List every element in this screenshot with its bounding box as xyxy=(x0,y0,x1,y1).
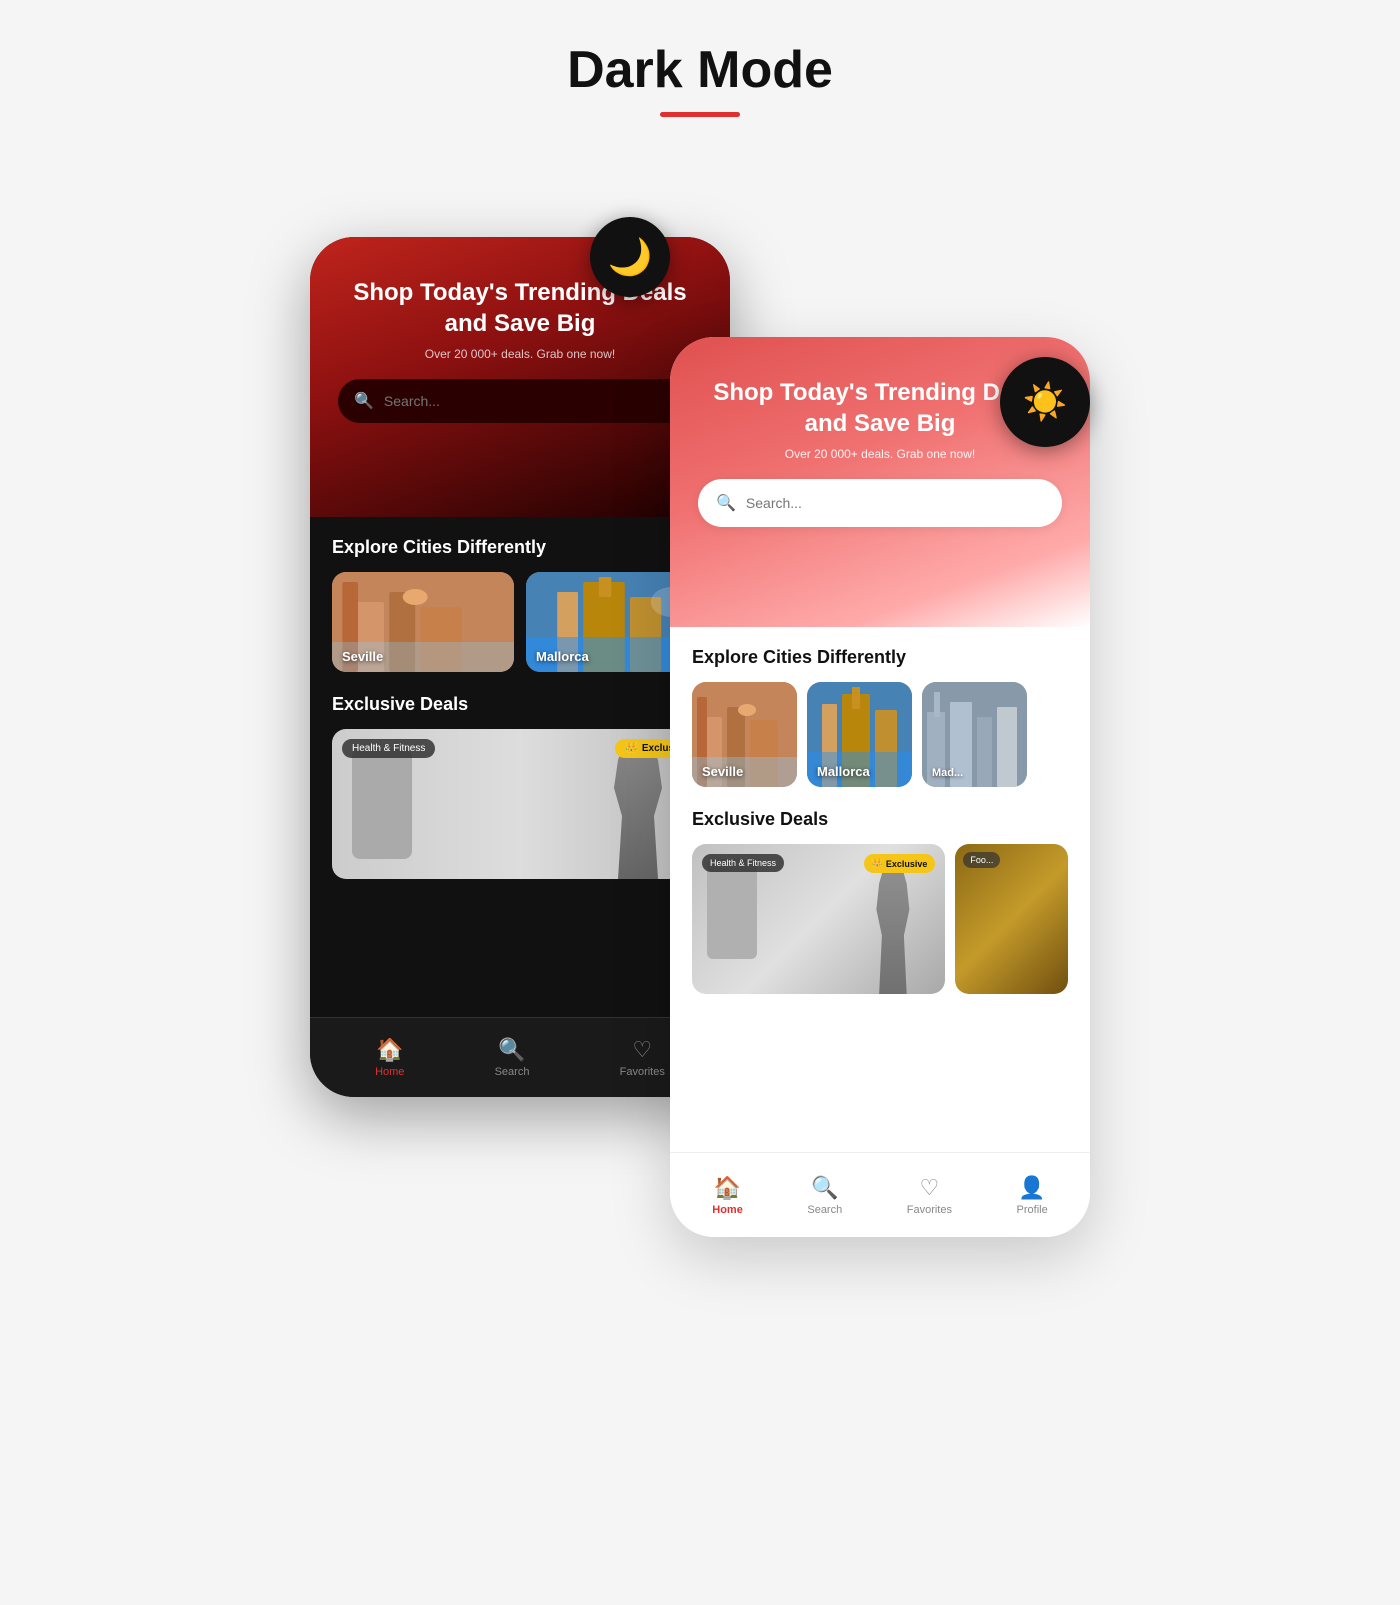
exclusive-label-light: Exclusive xyxy=(886,859,928,869)
dark-cities-title: Explore Cities Differently xyxy=(332,537,708,558)
nav-profile-label-light: Profile xyxy=(1017,1204,1048,1216)
health-badge-light: Health & Fitness xyxy=(702,854,784,872)
crown-icon: 👑 xyxy=(625,743,637,754)
dark-phone-body: Explore Cities Differently Seville xyxy=(310,517,730,1017)
nav-home-light[interactable]: 🏠 Home xyxy=(712,1175,743,1216)
city-label-mallorca-light: Mallorca xyxy=(817,764,870,779)
light-phone: Shop Today's Trending Deals and Save Big… xyxy=(670,337,1090,1237)
nav-home-dark[interactable]: 🏠 Home xyxy=(375,1037,404,1078)
dark-search-bar[interactable]: 🔍 xyxy=(338,379,702,423)
page-title: Dark Mode xyxy=(567,40,833,100)
dark-deal-card[interactable]: Health & Fitness 👑 Exclusive xyxy=(332,729,708,879)
light-phone-body: Explore Cities Differently Seville xyxy=(670,627,1090,1147)
gym-machine-light xyxy=(707,859,757,959)
nav-favorites-light[interactable]: ♡ Favorites xyxy=(907,1175,952,1216)
sun-badge: ☀️ xyxy=(1000,357,1090,447)
light-search-bar[interactable]: 🔍 xyxy=(698,479,1062,527)
light-hero-sub: Over 20 000+ deals. Grab one now! xyxy=(698,447,1062,461)
dark-search-input[interactable] xyxy=(384,393,686,409)
health-badge-dark: Health & Fitness xyxy=(342,739,435,758)
light-cities-row: Seville Mallorca xyxy=(692,682,1068,787)
city-label-seville-light: Seville xyxy=(702,764,743,779)
light-cities-title: Explore Cities Differently xyxy=(692,647,1068,668)
food-badge-light: Foo... xyxy=(963,852,1000,868)
home-icon-light: 🏠 xyxy=(714,1175,741,1201)
nav-favorites-label-light: Favorites xyxy=(907,1204,952,1216)
nav-search-label-light: Search xyxy=(807,1204,842,1216)
city-card-mallorca-light[interactable]: Mallorca xyxy=(807,682,912,787)
city-card-seville-dark[interactable]: Seville xyxy=(332,572,514,672)
light-deals-title: Exclusive Deals xyxy=(692,809,1068,830)
dark-bottom-nav: 🏠 Home 🔍 Search ♡ Favorites xyxy=(310,1017,730,1097)
person-silhouette xyxy=(598,739,678,879)
light-deal-card-fitness[interactable]: Health & Fitness 👑 Exclusive xyxy=(692,844,945,994)
search-icon: 🔍 xyxy=(354,391,374,411)
light-bottom-nav: 🏠 Home 🔍 Search ♡ Favorites 👤 Profile xyxy=(670,1152,1090,1237)
home-icon-dark: 🏠 xyxy=(376,1037,403,1063)
dark-deals-title: Exclusive Deals xyxy=(332,694,708,715)
nav-favorites-label-dark: Favorites xyxy=(620,1066,665,1078)
city-card-seville-light[interactable]: Seville xyxy=(692,682,797,787)
nav-profile-light[interactable]: 👤 Profile xyxy=(1017,1175,1048,1216)
light-search-input[interactable] xyxy=(746,495,1044,511)
dark-hero-sub: Over 20 000+ deals. Grab one now! xyxy=(338,347,702,361)
gym-machine xyxy=(352,749,412,859)
city-label-seville-dark: Seville xyxy=(342,649,383,664)
city-label-mallorca-dark: Mallorca xyxy=(536,649,589,664)
city-label-madrid-light: Mad... xyxy=(932,767,963,779)
person-silhouette-light xyxy=(865,864,920,994)
nav-home-label-dark: Home xyxy=(375,1066,404,1078)
light-deal-inner: Health & Fitness 👑 Exclusive xyxy=(692,844,945,994)
phones-container: 🌙 ☀️ Shop Today's Trending Deals and Sav… xyxy=(310,177,1090,1277)
moon-badge: 🌙 xyxy=(590,217,670,297)
dark-deal-inner: Health & Fitness 👑 Exclusive xyxy=(332,729,708,879)
dark-cities-row: Seville Mallorca xyxy=(332,572,708,672)
exclusive-badge-light: 👑 Exclusive xyxy=(864,854,936,873)
dark-phone: Shop Today's Trending Deals and Save Big… xyxy=(310,237,730,1097)
favorites-icon-light: ♡ xyxy=(920,1175,940,1201)
title-underline xyxy=(660,112,740,117)
search-icon-light: 🔍 xyxy=(716,493,736,513)
profile-icon-light: 👤 xyxy=(1018,1175,1045,1201)
dark-phone-header: Shop Today's Trending Deals and Save Big… xyxy=(310,237,730,517)
nav-home-label-light: Home xyxy=(712,1204,743,1216)
light-deals-row: Health & Fitness 👑 Exclusive Foo... xyxy=(692,844,1068,994)
search-icon-nav-light: 🔍 xyxy=(811,1175,838,1201)
crown-icon-light: 👑 xyxy=(872,858,883,869)
city-card-madrid-light[interactable]: Mad... xyxy=(922,682,1027,787)
nav-search-light[interactable]: 🔍 Search xyxy=(807,1175,842,1216)
nav-search-dark[interactable]: 🔍 Search xyxy=(495,1037,530,1078)
favorites-icon-dark: ♡ xyxy=(632,1037,652,1063)
nav-search-label-dark: Search xyxy=(495,1066,530,1078)
search-icon-dark: 🔍 xyxy=(498,1037,525,1063)
nav-favorites-dark[interactable]: ♡ Favorites xyxy=(620,1037,665,1078)
light-deal-card-food[interactable]: Foo... xyxy=(955,844,1068,994)
